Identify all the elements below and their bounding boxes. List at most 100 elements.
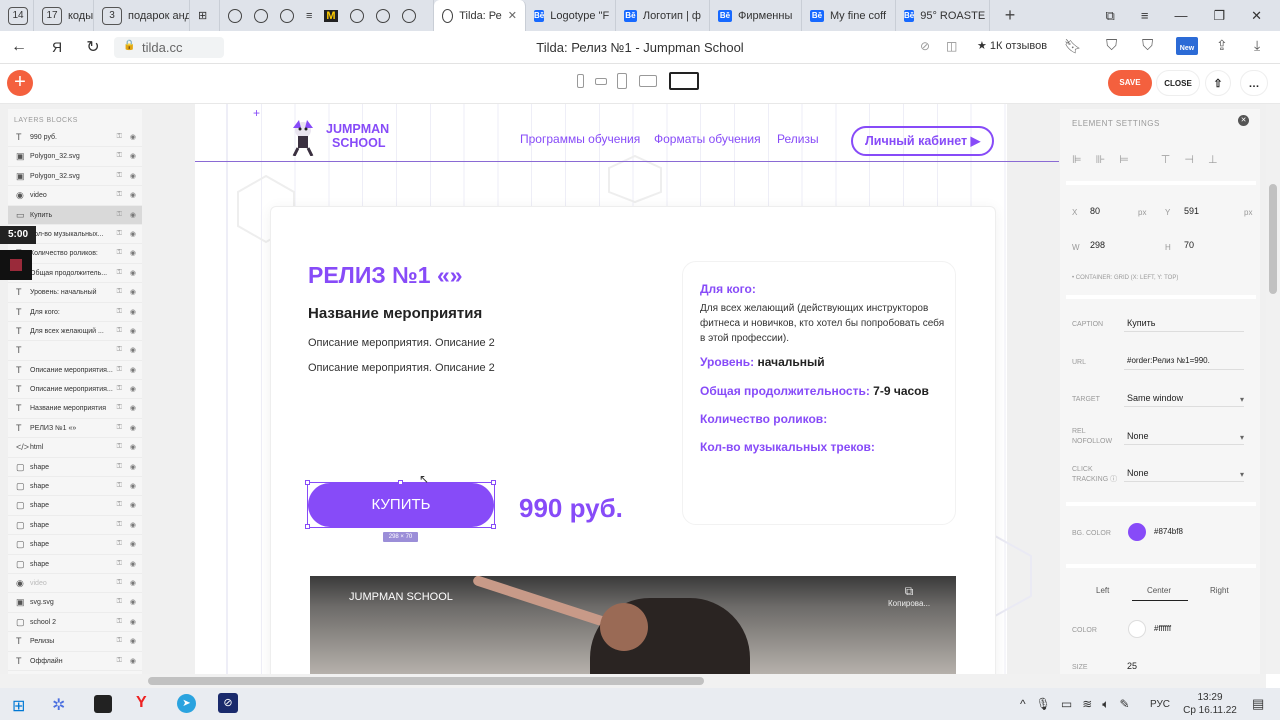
eye-icon[interactable]: ◉	[130, 133, 136, 141]
layer-item[interactable]: ▢ shape ⚿ ◉	[8, 535, 142, 555]
layer-item[interactable]: T Описание мероприятия... ⚿ ◉	[8, 361, 142, 381]
y-input[interactable]: 591	[1184, 206, 1199, 216]
new-tab-button[interactable]: +	[990, 5, 1030, 26]
event-name[interactable]: Название мероприятия	[308, 305, 482, 322]
eye-icon[interactable]: ◉	[130, 618, 136, 626]
lock-icon[interactable]: ⚿	[117, 521, 122, 529]
price-label[interactable]: 990 руб.	[519, 493, 623, 524]
menu-lines-icon[interactable]: ≡	[306, 10, 312, 22]
back-icon[interactable]: ←	[9, 38, 29, 56]
layer-item[interactable]: ▢ shape ⚿ ◉	[8, 516, 142, 536]
layer-item[interactable]: T Для кого: ⚿ ◉	[8, 303, 142, 322]
align-top-icon[interactable]: ⊤	[1161, 153, 1171, 166]
pinned-site-icon[interactable]	[280, 8, 294, 23]
lock-icon[interactable]: ⚿	[117, 191, 122, 199]
eye-icon[interactable]: ◉	[130, 463, 136, 471]
lock-icon[interactable]: ⚿	[117, 598, 122, 606]
translate-icon[interactable]: ⊘	[920, 39, 930, 53]
resize-handle[interactable]	[305, 480, 310, 485]
eye-icon[interactable]: ◉	[130, 521, 136, 529]
lock-icon[interactable]: ⚿	[117, 152, 122, 160]
bg-color-input[interactable]: #874bf8	[1154, 527, 1183, 536]
eye-icon[interactable]: ◉	[130, 598, 136, 606]
device-tablet-landscape[interactable]	[639, 75, 657, 87]
eye-icon[interactable]: ◉	[130, 540, 136, 548]
layers-tabs[interactable]: LAYERS BLOCKS	[8, 109, 142, 128]
windows-start-icon[interactable]: ⊞	[12, 696, 25, 716]
eye-icon[interactable]: ◉	[130, 172, 136, 180]
eye-icon[interactable]: ◉	[130, 501, 136, 509]
device-phone-portrait[interactable]	[577, 74, 584, 88]
figma-icon[interactable]	[94, 695, 112, 713]
layer-item[interactable]: ▢ shape ⚿ ◉	[8, 496, 142, 516]
browser-tab[interactable]: Bē 95° ROASTE	[896, 0, 990, 31]
layer-item[interactable]: T Уровень: начальный ⚿ ◉	[8, 283, 142, 303]
resize-handle[interactable]	[305, 524, 310, 529]
layer-item[interactable]: ▢ shape ⚿ ◉	[8, 458, 142, 478]
eye-icon[interactable]: ◉	[130, 230, 136, 238]
lock-icon[interactable]: ⚿	[117, 424, 122, 432]
yandex-browser-icon[interactable]: Y	[136, 694, 147, 712]
lock-icon[interactable]: ⚿	[117, 288, 122, 296]
lock-icon[interactable]: ⚿	[117, 618, 122, 626]
battery-icon[interactable]: ▭	[1061, 697, 1072, 712]
browser-tab[interactable]: Bē Фирменны	[710, 0, 802, 31]
rel-select[interactable]: None	[1127, 431, 1149, 441]
align-left-tab[interactable]: Left	[1096, 586, 1109, 595]
menu-link[interactable]: Программы обучения	[520, 132, 640, 146]
layer-item[interactable]: T Релизы ⚿ ◉	[8, 632, 142, 652]
w-input[interactable]: 298	[1090, 240, 1105, 250]
layer-item[interactable]: T ⚿ ◉	[8, 341, 142, 361]
click-tracking-select[interactable]: None	[1127, 468, 1149, 478]
restore-icon[interactable]: ❐	[1213, 8, 1225, 24]
align-right-tab[interactable]: Right	[1210, 586, 1229, 595]
browser-tab[interactable]: 14	[0, 0, 34, 31]
save-button[interactable]: SAVE	[1108, 70, 1152, 96]
layer-item[interactable]: ◉ video ⚿ ◉	[8, 574, 142, 594]
eye-icon[interactable]: ◉	[130, 346, 136, 354]
lock-icon[interactable]: ⚿	[117, 172, 122, 180]
lock-icon[interactable]: ⚿	[117, 385, 122, 393]
minimize-icon[interactable]: —	[1174, 8, 1187, 24]
resize-handle[interactable]	[491, 480, 496, 485]
layer-item[interactable]: ▣ svg.svg ⚿ ◉	[8, 593, 142, 613]
lock-icon[interactable]: ⚿	[117, 327, 122, 335]
browser-tab[interactable]: 3подарок андр	[94, 0, 190, 31]
layer-item[interactable]: T РЕЛИЗ №1 «» ⚿ ◉	[8, 419, 142, 439]
align-left-icon[interactable]: ⊫	[1072, 153, 1082, 166]
lock-icon[interactable]: ⚿	[117, 463, 122, 471]
layer-item[interactable]: T 990 руб. ⚿ ◉	[8, 128, 142, 148]
app-icon[interactable]: ✲	[52, 695, 65, 715]
lock-icon[interactable]: ⚿	[117, 501, 122, 509]
horizontal-scrollbar[interactable]	[0, 674, 1266, 688]
eye-icon[interactable]: ◉	[130, 327, 136, 335]
share-icon[interactable]: ⇪	[1216, 37, 1228, 54]
layer-item[interactable]: ▢ school 2 ⚿ ◉	[8, 613, 142, 633]
lock-icon[interactable]: ⚿	[117, 657, 122, 665]
event-description[interactable]: Описание мероприятия. Описание 2	[308, 337, 495, 349]
collections-icon[interactable]: ⧉	[1106, 8, 1115, 24]
chevron-up-icon[interactable]: ^	[1020, 697, 1026, 712]
pinned-site-icon[interactable]	[375, 8, 390, 23]
level-row[interactable]: Уровень: начальный	[700, 355, 825, 369]
lock-icon[interactable]: ⚿	[117, 346, 122, 354]
align-bottom-icon[interactable]: ⊥	[1208, 153, 1218, 166]
pinned-site-icon[interactable]	[228, 8, 242, 23]
lock-icon[interactable]: ⚿	[117, 540, 122, 548]
chevron-down-icon[interactable]: ▾	[1240, 433, 1244, 442]
shield-icon[interactable]: ⛉	[1106, 37, 1117, 54]
release-title[interactable]: РЕЛИЗ №1 «»	[308, 262, 463, 289]
video-player[interactable]: JUMPMAN SCHOOL ⧉ Копирова...	[310, 576, 956, 674]
eye-icon[interactable]: ◉	[130, 424, 136, 432]
for-whom-text[interactable]: Для всех желающий (действующих инструкто…	[700, 301, 950, 346]
eye-icon[interactable]: ◉	[130, 308, 136, 316]
align-middle-icon[interactable]: ⊣	[1184, 153, 1194, 166]
reviews-link[interactable]: ★ 1К отзывов	[977, 39, 1047, 52]
eye-icon[interactable]: ◉	[130, 443, 136, 451]
resize-handle[interactable]	[491, 524, 496, 529]
download-icon[interactable]: ⤓	[1254, 37, 1260, 54]
h-input[interactable]: 70	[1184, 240, 1194, 250]
lock-icon[interactable]: ⚿	[117, 269, 122, 277]
lock-icon[interactable]: ⚿	[117, 249, 122, 257]
protect-icon[interactable]: ⛉	[1142, 37, 1153, 54]
